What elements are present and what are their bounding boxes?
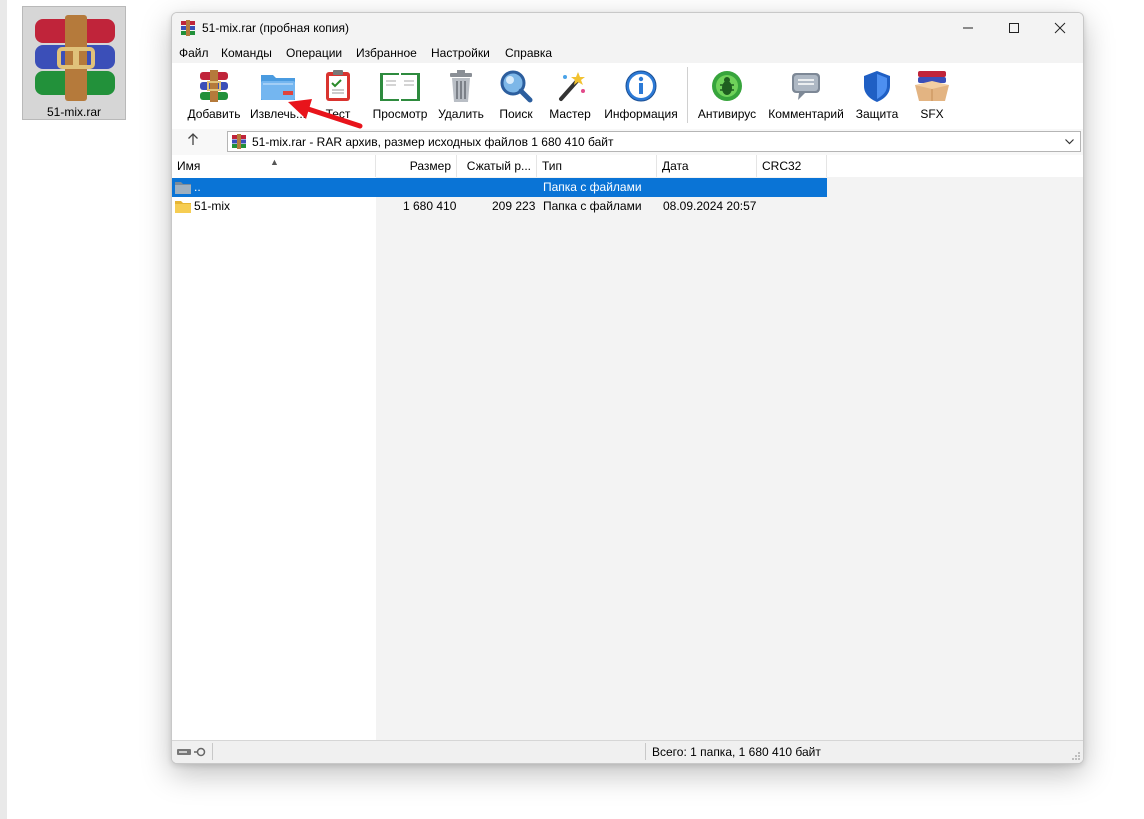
antivirus-bug-icon [712, 71, 742, 101]
view-button[interactable]: Просмотр [369, 65, 431, 125]
desktop-edge [0, 0, 7, 819]
wizard-button[interactable]: Мастер [546, 65, 594, 125]
delete-button[interactable]: Удалить [435, 65, 487, 125]
view-label: Просмотр [372, 107, 428, 121]
status-text: Всего: 1 папка, 1 680 410 байт [652, 745, 821, 759]
menu-help[interactable]: Справка [505, 46, 552, 60]
cell-type: Папка с файлами [543, 180, 642, 194]
cell-modified: 08.09.2024 20:57 [663, 199, 757, 213]
menu-file[interactable]: Файл [179, 46, 209, 60]
extract-label: Извлечь... [249, 107, 306, 121]
drive-key-icon [177, 747, 206, 757]
parent-folder-icon [175, 182, 191, 194]
menu-settings[interactable]: Настройки [431, 46, 490, 60]
close-icon [1054, 22, 1066, 34]
test-clipboard-icon [326, 70, 350, 101]
address-combo[interactable]: 51-mix.rar - RAR архив, размер исходных … [227, 131, 1081, 152]
wizard-label: Мастер [549, 107, 591, 121]
find-label: Поиск [499, 107, 533, 121]
search-magnifier-icon [500, 70, 533, 103]
desktop-file-label: 51-mix.rar [46, 105, 101, 119]
menu-commands[interactable]: Команды [221, 46, 272, 60]
extract-button[interactable]: Извлечь... [248, 65, 308, 125]
winrar-archive-icon [35, 15, 115, 101]
delete-label: Удалить [438, 107, 484, 121]
column-headers: Имя ▲ Размер Сжатый р... Тип Дата измене… [172, 155, 1083, 195]
cell-name: .. [194, 180, 201, 194]
arrow-up-icon [188, 133, 198, 145]
status-divider [645, 743, 646, 760]
table-row[interactable]: .. Папка с файлами [172, 178, 827, 197]
col-size[interactable]: Размер [376, 155, 457, 177]
status-bar: Всего: 1 папка, 1 680 410 байт [172, 740, 1083, 763]
col-type[interactable]: Тип [537, 155, 657, 177]
sort-ascending-icon: ▲ [270, 157, 279, 167]
test-button[interactable]: Тест [316, 65, 360, 125]
add-archive-icon [200, 70, 228, 102]
comment-icon [792, 73, 820, 100]
desktop-file-icon[interactable]: 51-mix.rar [22, 6, 126, 120]
window-title: 51-mix.rar (пробная копия) [202, 21, 349, 35]
shield-icon [864, 71, 890, 102]
winrar-window: 51-mix.rar (пробная копия) Файл Команды … [171, 12, 1084, 764]
wizard-wand-icon [559, 72, 585, 101]
col-name[interactable]: Имя ▲ [172, 155, 376, 177]
menu-favorites[interactable]: Избранное [356, 46, 417, 60]
info-label: Информация [604, 107, 678, 121]
file-list-name-area [172, 177, 376, 740]
view-book-icon [380, 73, 420, 101]
table-row[interactable]: 51-mix 1 680 410 209 223 Папка с файлами… [172, 197, 827, 216]
address-text: 51-mix.rar - RAR архив, размер исходных … [252, 135, 614, 149]
sfx-button[interactable]: SFX [910, 65, 954, 125]
add-label: Добавить [187, 107, 241, 121]
menu-bar: Файл Команды Операции Избранное Настройк… [172, 43, 1083, 63]
comment-label: Комментарий [768, 107, 844, 121]
minimize-button[interactable] [945, 13, 991, 43]
resize-grip-icon[interactable] [1071, 751, 1081, 761]
maximize-button[interactable] [991, 13, 1037, 43]
winrar-small-icon [232, 134, 246, 149]
comment-button[interactable]: Комментарий [766, 65, 846, 125]
cell-type: Папка с файлами [543, 199, 642, 213]
sfx-label: SFX [920, 107, 944, 121]
cell-packed: 209 223 [492, 199, 536, 213]
folder-icon [175, 201, 191, 213]
address-row: 51-mix.rar - RAR архив, размер исходных … [172, 129, 1083, 156]
maximize-icon [1009, 23, 1019, 33]
menu-operations[interactable]: Операции [286, 46, 342, 60]
close-button[interactable] [1037, 13, 1083, 43]
antivirus-label: Антивирус [697, 107, 757, 121]
find-button[interactable]: Поиск [494, 65, 538, 125]
cell-name: 51-mix [194, 199, 231, 213]
add-button[interactable]: Добавить [186, 65, 242, 125]
col-crc[interactable]: CRC32 [757, 155, 827, 177]
status-divider [212, 743, 213, 760]
chevron-down-icon[interactable] [1064, 136, 1075, 147]
up-folder-button[interactable] [180, 132, 206, 152]
winrar-app-icon [181, 20, 195, 36]
sfx-box-icon [915, 71, 949, 101]
info-button[interactable]: Информация [602, 65, 680, 125]
extract-folder-icon [261, 75, 295, 100]
col-modified[interactable]: Дата изменения [657, 155, 757, 195]
protect-label: Защита [855, 107, 899, 121]
col-packed[interactable]: Сжатый р... [457, 155, 537, 177]
protect-button[interactable]: Защита [852, 65, 902, 125]
title-bar[interactable]: 51-mix.rar (пробная копия) [172, 13, 1083, 43]
toolbar: Добавить Извлечь... Тест Просмотр Удалит… [172, 63, 1083, 130]
toolbar-separator [687, 67, 688, 123]
test-label: Тест [325, 107, 351, 121]
cell-size: 1 680 410 [403, 199, 457, 213]
trash-icon [450, 70, 472, 102]
file-list-empty-area [376, 177, 1083, 740]
info-icon [625, 70, 657, 102]
antivirus-button[interactable]: Антивирус [695, 65, 759, 125]
minimize-icon [963, 27, 973, 29]
